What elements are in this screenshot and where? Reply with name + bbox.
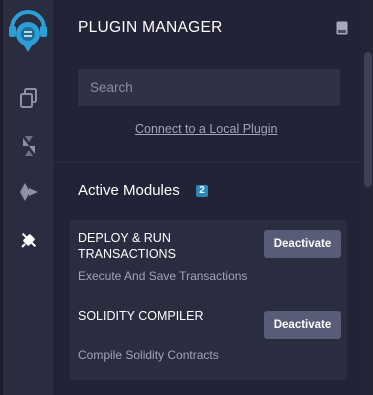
icon-panel <box>0 0 55 395</box>
file-explorer-icon[interactable] <box>17 86 41 110</box>
remix-ide-window: PLUGIN MANAGER Connect to a Local Plugin… <box>0 0 373 395</box>
scrollbar-thumb[interactable] <box>364 52 372 187</box>
module-name: DEPLOY & RUN TRANSACTIONS <box>78 231 176 261</box>
active-modules-count-badge: 2 <box>196 185 208 197</box>
module-card-solidity-compiler: SOLIDITY COMPILER Deactivate Compile Sol… <box>70 298 347 380</box>
panel-title: PLUGIN MANAGER <box>78 19 223 36</box>
deactivate-button[interactable]: Deactivate <box>264 230 341 258</box>
module-card-deploy-run: DEPLOY & RUN TRANSACTIONS Deactivate Exe… <box>70 220 347 298</box>
plugin-manager-icon[interactable] <box>17 228 41 252</box>
module-name: SOLIDITY COMPILER <box>78 309 204 323</box>
search-input[interactable] <box>78 69 340 106</box>
module-description: Execute And Save Transactions <box>78 269 248 283</box>
remix-logo-icon[interactable] <box>6 10 50 56</box>
section-divider <box>55 162 362 163</box>
solidity-compiler-icon[interactable] <box>17 134 41 158</box>
connect-local-plugin-link[interactable]: Connect to a Local Plugin <box>135 122 277 136</box>
deploy-run-icon[interactable] <box>17 180 41 204</box>
rail-edge <box>0 0 3 395</box>
module-description: Compile Solidity Contracts <box>78 348 219 362</box>
active-modules-title: Active Modules <box>78 182 180 199</box>
book-icon[interactable] <box>336 21 348 35</box>
deactivate-button[interactable]: Deactivate <box>264 311 341 339</box>
plugin-manager-panel: PLUGIN MANAGER Connect to a Local Plugin… <box>55 0 362 395</box>
